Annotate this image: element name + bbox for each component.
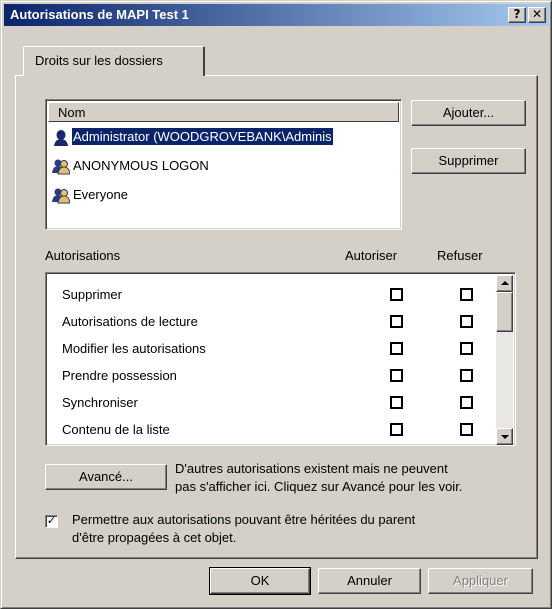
column-name: Nom — [58, 105, 86, 120]
user-label: ANONYMOUS LOGON — [73, 158, 209, 173]
user-label: Administrator (WOODGROVEBANK\Adminis — [72, 128, 333, 145]
add-button[interactable]: Ajouter... — [411, 100, 526, 126]
deny-checkbox-take-ownership[interactable] — [460, 369, 473, 382]
permissions-dialog: Autorisations de MAPI Test 1 ? ✕ Droits … — [0, 0, 552, 609]
advanced-button-label: Avancé... — [79, 469, 133, 484]
permissions-heading: Autorisations — [45, 248, 121, 263]
deny-column-header: Refuser — [437, 248, 483, 263]
allow-checkbox-delete[interactable] — [390, 288, 403, 301]
cancel-button-label: Annuler — [347, 573, 392, 588]
user-list-header[interactable]: Nom — [48, 102, 399, 122]
tab-folder-rights[interactable]: Droits sur les dossiers — [23, 46, 205, 76]
permission-label: Supprimer — [62, 287, 122, 302]
window-title: Autorisations de MAPI Test 1 — [10, 7, 189, 22]
ok-button[interactable]: OK — [209, 567, 311, 595]
allow-checkbox-synchronize[interactable] — [390, 396, 403, 409]
apply-button-label: Appliquer — [453, 573, 508, 588]
remove-button-label: Supprimer — [438, 153, 499, 168]
remove-button[interactable]: Supprimer — [411, 148, 526, 174]
user-list[interactable]: Nom Administrator (WOODGROVEBANK\Adminis… — [45, 99, 402, 230]
inherit-label-line2: d'être propagées à cet objet. — [72, 530, 237, 545]
allow-checkbox-list-contents[interactable] — [390, 423, 403, 436]
help-icon: ? — [513, 7, 521, 21]
group-icon — [52, 188, 70, 204]
title-bar[interactable]: Autorisations de MAPI Test 1 ? ✕ — [4, 4, 549, 26]
close-button[interactable]: ✕ — [528, 7, 546, 23]
allow-checkbox-read[interactable] — [390, 315, 403, 328]
cancel-button[interactable]: Annuler — [318, 568, 421, 594]
permission-label: Synchroniser — [62, 395, 138, 410]
advanced-note-line2: pas s'afficher ici. Cliquez sur Avancé p… — [175, 479, 463, 494]
apply-button[interactable]: Appliquer — [428, 568, 533, 594]
permission-row-synchronize: Synchroniser — [62, 395, 138, 410]
allow-checkbox-take-ownership[interactable] — [390, 369, 403, 382]
allow-column-header: Autoriser — [345, 248, 398, 263]
user-item-everyone[interactable]: Everyone — [50, 184, 399, 206]
deny-checkbox-synchronize[interactable] — [460, 396, 473, 409]
arrow-down-icon — [501, 435, 509, 439]
user-icon — [54, 130, 68, 146]
scroll-up-button[interactable] — [496, 275, 513, 292]
inherit-label-line1: Permettre aux autorisations pouvant être… — [72, 512, 416, 527]
permission-row-take-ownership: Prendre possession — [62, 368, 177, 383]
tab-label: Droits sur les dossiers — [35, 53, 163, 68]
scroll-thumb[interactable] — [496, 292, 513, 332]
permission-row-list-contents: Contenu de la liste — [62, 422, 170, 437]
deny-checkbox-delete[interactable] — [460, 288, 473, 301]
allow-checkbox-modify[interactable] — [390, 342, 403, 355]
advanced-note-line1: D'autres autorisations existent mais ne … — [175, 461, 448, 476]
permission-label: Contenu de la liste — [62, 422, 170, 437]
scroll-down-button[interactable] — [496, 428, 513, 445]
close-icon: ✕ — [531, 7, 543, 21]
advanced-button[interactable]: Avancé... — [45, 464, 167, 490]
deny-checkbox-list-contents[interactable] — [460, 423, 473, 436]
add-button-label: Ajouter... — [442, 105, 495, 120]
permission-row-modify: Modifier les autorisations — [62, 341, 206, 356]
user-item-administrator[interactable]: Administrator (WOODGROVEBANK\Adminis — [50, 126, 399, 148]
checkmark-icon: ✓ — [46, 515, 57, 527]
permission-label: Prendre possession — [62, 368, 177, 383]
user-label: Everyone — [73, 187, 128, 202]
deny-checkbox-modify[interactable] — [460, 342, 473, 355]
deny-checkbox-read[interactable] — [460, 315, 473, 328]
permission-row-read: Autorisations de lecture — [62, 314, 198, 329]
vertical-scrollbar[interactable] — [496, 275, 513, 445]
arrow-up-icon — [501, 281, 509, 285]
permission-row-delete: Supprimer — [62, 287, 122, 302]
help-button[interactable]: ? — [508, 7, 526, 23]
inherit-checkbox[interactable]: ✓ — [45, 515, 58, 528]
ok-button-label: OK — [250, 573, 270, 588]
group-icon — [52, 159, 70, 175]
permission-list[interactable]: Supprimer Autorisations de lecture Modif… — [45, 272, 516, 446]
permission-label: Modifier les autorisations — [62, 341, 206, 356]
permission-label: Autorisations de lecture — [62, 314, 198, 329]
user-item-anonymous-logon[interactable]: ANONYMOUS LOGON — [50, 155, 399, 177]
